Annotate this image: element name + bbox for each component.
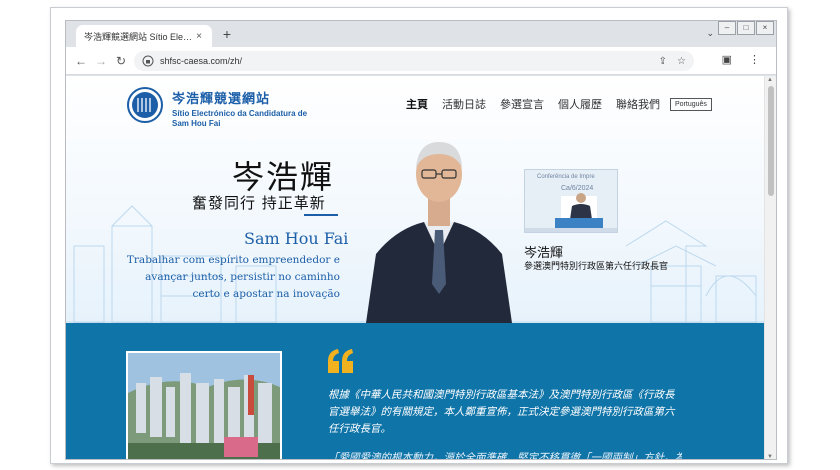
scrollbar-thumb[interactable]	[768, 86, 774, 196]
hero-motto-portuguese: Trabalhar com espírito empreendedor e av…	[126, 254, 340, 300]
address-bar[interactable]: shfsc-caesa.com/zh/ ⇪ ☆	[134, 51, 694, 71]
browser-tab[interactable]: 岑浩輝競選網站 Sítio Electrónico ×	[76, 25, 212, 47]
hero-motto-chinese: 奮發同行 持正革新	[192, 194, 326, 212]
manifesto-section: 根據《中華人民共和國澳門特別行政區基本法》及澳門特別行政區《行政長官選舉法》的有…	[66, 323, 766, 460]
campaign-logo[interactable]	[126, 86, 164, 124]
side-panel-icon[interactable]: ▣	[722, 53, 732, 66]
press-photo-card[interactable]: Conferência de Impre Ca/6/2024	[524, 169, 618, 233]
site-name-chinese: 岑浩輝競選網站	[172, 91, 271, 106]
hero-section: 岑浩輝競選網站 Sítio Electrónico da Candidatura…	[66, 76, 766, 323]
window-close-icon[interactable]: ×	[756, 21, 774, 35]
site-name[interactable]: 岑浩輝競選網站 Sítio Electrónico da Candidatura…	[172, 88, 322, 129]
url-text[interactable]: shfsc-caesa.com/zh/	[160, 56, 649, 66]
tab-title: 岑浩輝競選網站 Sítio Electrónico	[84, 31, 194, 42]
site-name-portuguese: Sítio Electrónico da Candidatura de Sam …	[172, 109, 308, 128]
more-menu-icon[interactable]: ⋮	[749, 53, 760, 66]
tab-search-icon[interactable]: ⌄	[706, 28, 714, 39]
screenshot-frame: 岑浩輝競選網站 Sítio Electrónico × + ⌄ – □ × ← …	[50, 7, 788, 464]
banner-text: Conferência de Impre	[537, 174, 595, 180]
browser-toolbar: ← → ↻ shfsc-caesa.com/zh/ ⇪ ☆ ▣ ⋮	[66, 47, 776, 75]
main-nav: 主頁 活動日誌 參選宣言 個人履歷 聯絡我們 Português	[406, 96, 712, 112]
scroll-up-icon[interactable]: ▲	[767, 77, 773, 83]
manifesto-paragraph-2: 「愛國愛澳的根本動力，源於全面準確、堅定不移貫徹「一國兩制」方針。為澳門	[328, 452, 682, 460]
new-tab-button[interactable]: +	[218, 26, 236, 44]
manifesto-paragraph-1: 根據《中華人民共和國澳門特別行政區基本法》及澳門特別行政區《行政長官選舉法》的有…	[328, 389, 675, 435]
share-icon[interactable]: ⇪	[659, 56, 667, 67]
nav-home[interactable]: 主頁	[406, 96, 428, 112]
language-switch-button[interactable]: Português	[670, 97, 712, 111]
banner-date: Ca/6/2024	[561, 185, 593, 192]
tab-close-icon[interactable]: ×	[194, 31, 204, 42]
site-info-icon[interactable]	[142, 55, 154, 67]
motto-underline	[304, 214, 338, 216]
nav-manifesto[interactable]: 參選宣言	[500, 96, 544, 112]
photo-caption-title: 參選澳門特別行政區第六任行政長官	[524, 261, 669, 271]
quote-icon	[328, 349, 353, 373]
page-viewport: 岑浩輝競選網站 Sítio Electrónico da Candidatura…	[66, 76, 766, 460]
nav-activity-log[interactable]: 活動日誌	[442, 96, 486, 112]
hero-name-english: Sam Hou Fai	[244, 229, 349, 248]
maximize-icon[interactable]: □	[737, 21, 755, 35]
forward-arrow-icon[interactable]: →	[92, 52, 110, 70]
browser-window: 岑浩輝競選網站 Sítio Electrónico × + ⌄ – □ × ← …	[65, 20, 777, 460]
scroll-down-icon[interactable]: ▼	[767, 454, 773, 459]
page-scrollbar[interactable]: ▲ ▼	[764, 76, 776, 459]
nav-contact[interactable]: 聯絡我們	[616, 96, 660, 112]
tab-bar: 岑浩輝競選網站 Sítio Electrónico × + ⌄ – □ ×	[66, 21, 776, 47]
press-photo: Conferência de Impre Ca/6/2024	[525, 170, 617, 232]
bookmark-star-icon[interactable]: ☆	[677, 56, 686, 67]
back-arrow-icon[interactable]: ←	[72, 52, 90, 70]
minimize-icon[interactable]: –	[718, 21, 736, 35]
macau-city-photo	[126, 351, 282, 459]
candidate-portrait	[366, 142, 512, 323]
nav-resume[interactable]: 個人履歷	[558, 96, 602, 112]
reload-icon[interactable]: ↻	[112, 52, 130, 70]
